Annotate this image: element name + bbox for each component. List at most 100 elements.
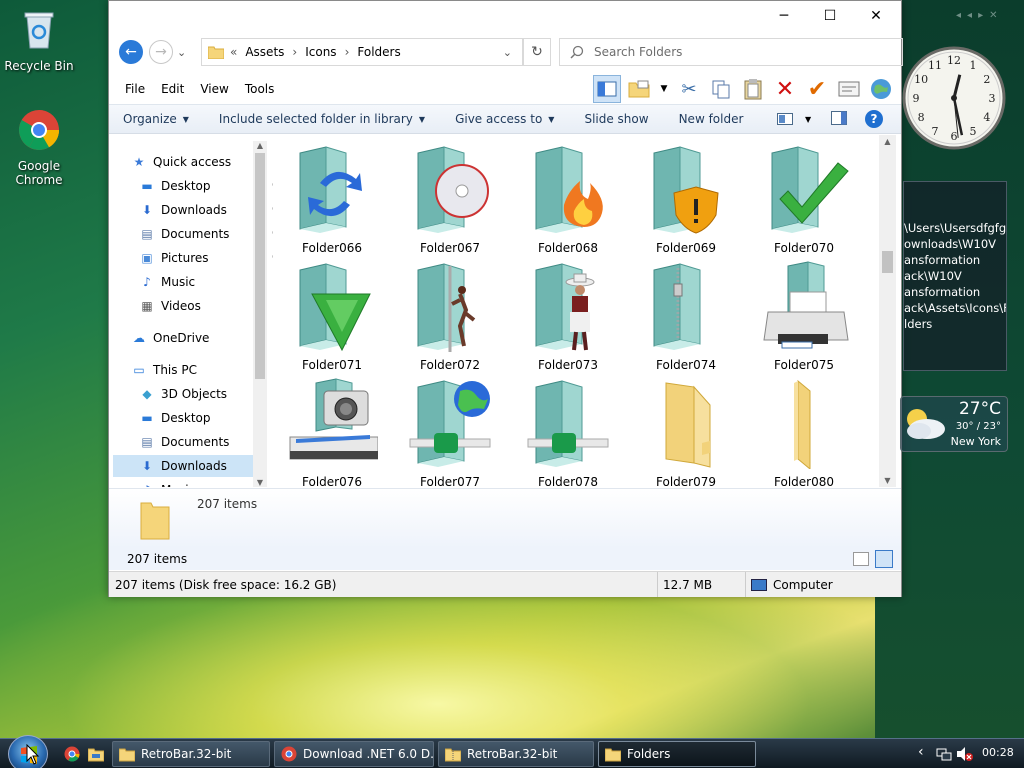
organize-button[interactable]: Organize ▼: [123, 112, 189, 126]
copy-icon[interactable]: [707, 75, 735, 103]
checkmark-icon[interactable]: ✔: [803, 75, 831, 103]
menu-file[interactable]: File: [117, 82, 153, 96]
desktop-icon-chrome[interactable]: Google Chrome: [0, 108, 79, 187]
gadget-prev-icon[interactable]: ◂: [956, 10, 961, 21]
folder-item[interactable]: Folder067: [391, 139, 509, 256]
folder-item[interactable]: Folder071: [273, 256, 391, 373]
maximize-button[interactable]: ☐: [807, 1, 853, 31]
folder-item-label: Folder080: [774, 475, 834, 487]
minimize-button[interactable]: ─: [761, 1, 807, 31]
folder-item[interactable]: Folder076: [273, 373, 391, 487]
help-button[interactable]: ?: [865, 110, 883, 128]
chrome-icon[interactable]: [64, 746, 80, 762]
folder-options-icon[interactable]: [625, 75, 653, 103]
details-view-icon[interactable]: [853, 552, 869, 566]
taskbar-button-retrobar-1[interactable]: RetroBar.32-bit: [112, 741, 270, 767]
menu-edit[interactable]: Edit: [153, 82, 192, 96]
folder-item[interactable]: Folder078: [509, 373, 627, 487]
address-bar-row: ← → ⌄ « Assets › Icons › Folders ⌄ ↻ Sea…: [117, 36, 903, 68]
view-options-button[interactable]: ▼: [777, 113, 811, 125]
folder-item[interactable]: Folder070: [745, 139, 863, 256]
clock-numeral: 9: [913, 92, 920, 105]
delete-icon[interactable]: ✕: [771, 75, 799, 103]
view-icon: [777, 113, 793, 125]
recent-locations-button[interactable]: ⌄: [177, 46, 191, 59]
nav-item-onedrive[interactable]: ☁ OneDrive: [131, 327, 271, 349]
path-gadget-line: ack\W10V: [904, 269, 962, 283]
search-icon: [570, 45, 584, 59]
details-pane-toggle[interactable]: [831, 110, 847, 128]
taskbar-button-folders[interactable]: Folders: [598, 741, 756, 767]
preview-pane-toggle-icon[interactable]: [593, 75, 621, 103]
globe-icon[interactable]: [867, 75, 895, 103]
folder-item[interactable]: Folder073: [509, 256, 627, 373]
chevron-down-icon: ▼: [548, 114, 555, 124]
tray-overflow-chevron[interactable]: ‹: [918, 744, 924, 760]
nav-scrollbar-thumb[interactable]: [255, 153, 265, 379]
yellow-folder-icon: [665, 382, 711, 468]
cowboy-icon: [535, 263, 595, 351]
breadcrumb-assets[interactable]: Assets: [245, 45, 284, 59]
menu-tools[interactable]: Tools: [237, 82, 283, 96]
chevron-down-icon[interactable]: ▼: [657, 75, 671, 103]
nav-item-downloads[interactable]: ⬇ Downloads: [113, 455, 253, 477]
forward-button[interactable]: →: [149, 40, 173, 64]
cut-icon[interactable]: ✂: [675, 75, 703, 103]
nav-item-label: Downloads: [161, 459, 227, 473]
folder-item-label: Folder067: [420, 241, 480, 255]
file-explorer-icon[interactable]: [88, 746, 104, 762]
new-folder-button[interactable]: New folder: [679, 112, 744, 126]
gadget-close-icon[interactable]: ✕: [989, 10, 997, 21]
paste-icon[interactable]: [739, 75, 767, 103]
clock-gadget[interactable]: 12 12 3 45678 9 1011: [900, 38, 1008, 158]
address-overflow[interactable]: «: [230, 45, 237, 59]
folder-item[interactable]: Folder072: [391, 256, 509, 373]
include-in-library-button[interactable]: Include selected folder in library ▼: [219, 112, 425, 126]
give-access-button[interactable]: Give access to ▼: [455, 112, 554, 126]
folder-item[interactable]: Folder069: [627, 139, 745, 256]
path-gadget[interactable]: \Users\Usersdfgfg\ ownloads\W10V ansformat…: [903, 181, 1007, 371]
folder-item[interactable]: Folder075: [745, 256, 863, 373]
menu-view[interactable]: View: [192, 82, 236, 96]
folder-item[interactable]: Folder066: [273, 139, 391, 256]
close-button[interactable]: ✕: [853, 1, 899, 31]
folder-item[interactable]: Folder079: [627, 373, 745, 487]
address-dropdown-button[interactable]: ⌄: [503, 46, 512, 59]
nav-scrollbar[interactable]: ▲ ▼: [253, 141, 267, 487]
folder-item-label: Folder075: [774, 358, 834, 372]
folder-item[interactable]: Folder080: [745, 373, 863, 487]
nav-item-label: OneDrive: [153, 331, 210, 345]
nav-item-label: Pictures: [161, 251, 209, 265]
taskbar-button-retrobar-2[interactable]: RetroBar.32-bit: [438, 741, 594, 767]
breadcrumb-icons[interactable]: Icons: [305, 45, 336, 59]
desktop-icon-recycle-bin[interactable]: Recycle Bin: [0, 8, 79, 73]
refresh-button[interactable]: ↻: [523, 38, 551, 66]
back-button[interactable]: ←: [119, 40, 143, 64]
folder-item-label: Folder079: [656, 475, 716, 487]
tray-clock[interactable]: 00:28: [982, 746, 1014, 759]
folder-item[interactable]: Folder077: [391, 373, 509, 487]
taskbar-button-chrome[interactable]: Download .NET 6.0 D...: [274, 741, 434, 767]
breadcrumb-folders[interactable]: Folders: [357, 45, 400, 59]
address-field[interactable]: « Assets › Icons › Folders ⌄: [201, 38, 523, 66]
gadget-next-icon[interactable]: ▸: [978, 10, 983, 21]
properties-icon[interactable]: [835, 75, 863, 103]
folder-item[interactable]: Folder074: [627, 256, 745, 373]
green-triangle-icon: [299, 263, 371, 352]
title-bar[interactable]: ─ ☐ ✕: [109, 1, 901, 31]
search-input[interactable]: Search Folders: [559, 38, 903, 66]
network-icon[interactable]: [936, 746, 952, 762]
gadget-prev-icon[interactable]: ◂: [967, 10, 972, 21]
nav-item-quick-access[interactable]: ★ Quick access: [131, 151, 271, 173]
file-list: Folder066 Folder067 Folder068 Folder069 Fold…: [273, 135, 885, 487]
nav-item-label: Music: [161, 483, 195, 487]
folder-item[interactable]: Folder068: [509, 139, 627, 256]
slide-show-button[interactable]: Slide show: [584, 112, 648, 126]
content-scrollbar-thumb[interactable]: [882, 251, 893, 273]
large-icons-view-icon[interactable]: [875, 550, 893, 568]
volume-muted-icon[interactable]: [956, 746, 974, 762]
nav-item-this-pc[interactable]: ▭ This PC: [131, 359, 271, 381]
weather-gadget[interactable]: 27°C 30° / 23° New York: [900, 396, 1008, 452]
content-scrollbar[interactable]: ▲ ▼: [879, 135, 896, 487]
gadget-bar-controls[interactable]: ◂ ◂ ▸ ✕: [956, 10, 997, 21]
